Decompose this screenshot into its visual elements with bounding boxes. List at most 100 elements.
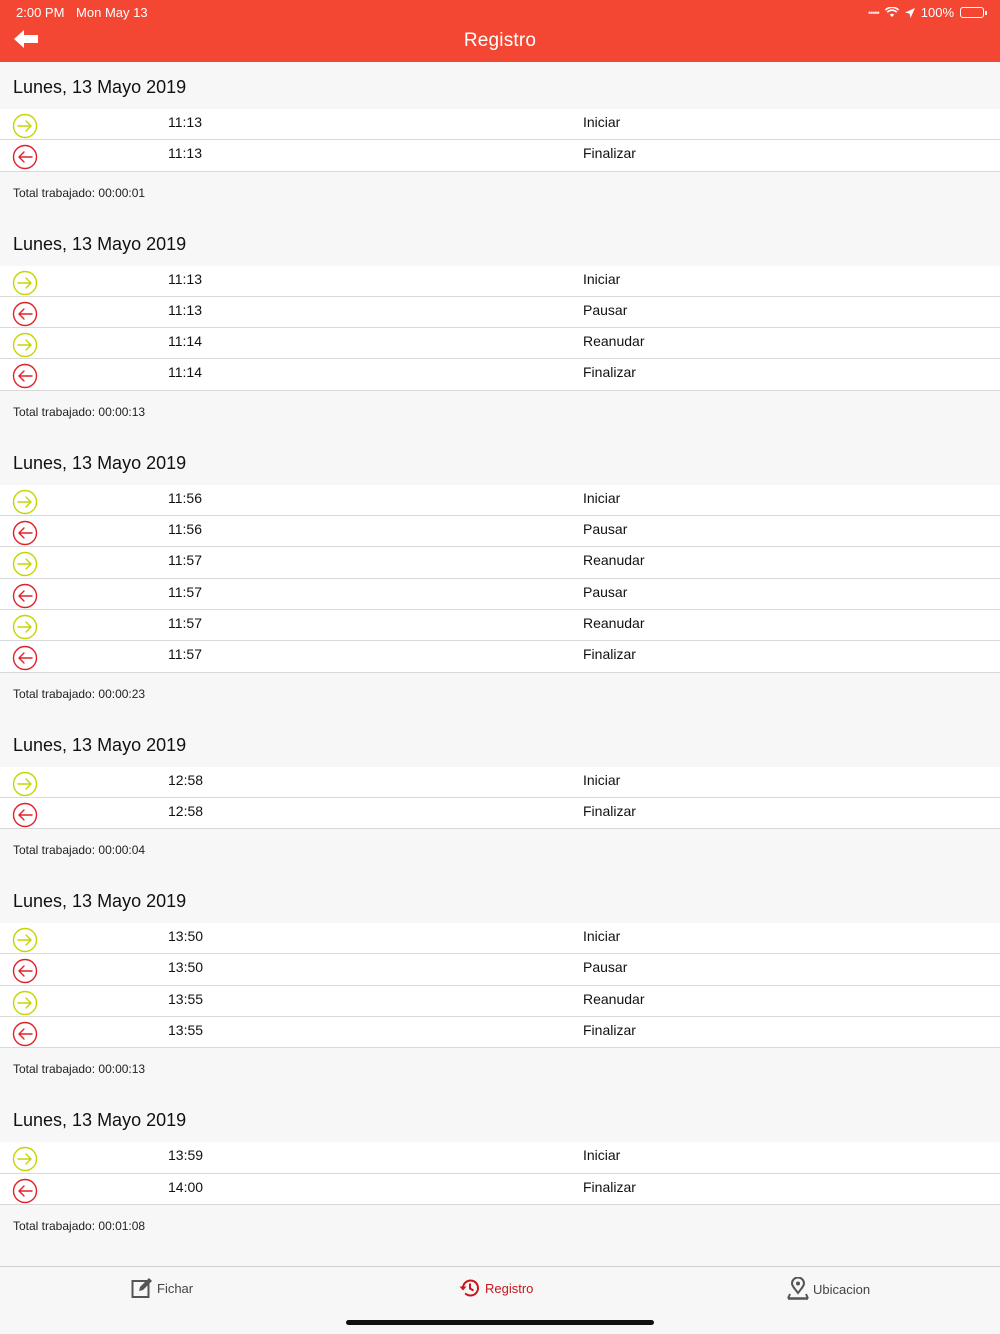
battery-icon bbox=[960, 7, 987, 18]
entry-row[interactable]: 12:58 Finalizar bbox=[0, 797, 1000, 830]
arrow-left-circle-icon bbox=[12, 959, 38, 984]
entry-row[interactable]: 13:50 Iniciar bbox=[0, 923, 1000, 955]
arrow-left-circle-icon bbox=[12, 520, 38, 546]
entry-row[interactable]: 13:55 Reanudar bbox=[0, 985, 1000, 1018]
arrow-right-circle-icon bbox=[12, 332, 38, 358]
arrow-right-circle-icon bbox=[12, 771, 38, 796]
entry-action: Finalizar bbox=[583, 1178, 636, 1195]
entry-action: Pausar bbox=[583, 959, 628, 976]
registro-list[interactable]: Lunes, 13 Mayo 2019 11:13 Iniciar 11:13 Fina… bbox=[0, 62, 1000, 1266]
entry-time: 13:55 bbox=[168, 1022, 204, 1039]
entry-row[interactable]: 14:00 Finalizar bbox=[0, 1173, 1000, 1205]
tab-fichar[interactable]: Fichar bbox=[131, 1277, 193, 1299]
entry-row[interactable]: 11:14 Reanudar bbox=[0, 328, 1000, 360]
status-bar: 2:00 PM Mon May 13 ••••• 100% bbox=[0, 0, 1000, 24]
entry-time: 11:57 bbox=[168, 552, 202, 569]
entry-time: 11:57 bbox=[168, 614, 202, 631]
tab-ubicacion[interactable]: Ubicacion bbox=[787, 1277, 870, 1301]
entry-action: Reanudar bbox=[583, 552, 645, 569]
home-indicator bbox=[346, 1320, 654, 1325]
arrow-left-circle-icon bbox=[12, 301, 38, 327]
entry-time: 12:58 bbox=[168, 771, 204, 788]
arrow-left-circle-icon bbox=[12, 646, 38, 671]
day-section: Lunes, 13 Mayo 2019 11:13 Iniciar 11:13 Paus… bbox=[0, 219, 1000, 438]
entry-time: 13:59 bbox=[168, 1147, 204, 1164]
total-worked: Total trabajado: 00:00:01 bbox=[13, 185, 146, 200]
page-title: Registro bbox=[463, 30, 537, 51]
arrow-right-circle-icon bbox=[12, 489, 38, 514]
location-arrow-icon bbox=[904, 7, 915, 18]
arrow-left-circle-icon bbox=[12, 802, 38, 828]
entry-time: 11:13 bbox=[168, 145, 202, 162]
entry-action: Iniciar bbox=[583, 771, 621, 788]
tab-label: Fichar bbox=[157, 1280, 194, 1296]
day-section: Lunes, 13 Mayo 2019 13:59 Iniciar 14:00 Fina… bbox=[0, 1095, 1000, 1252]
entry-action: Iniciar bbox=[583, 270, 621, 287]
arrow-right-circle-icon bbox=[12, 927, 38, 953]
entry-row[interactable]: 11:57 Pausar bbox=[0, 578, 1000, 610]
day-section: Lunes, 13 Mayo 2019 11:13 Iniciar 11:13 Fina… bbox=[0, 62, 1000, 219]
section-date-header: Lunes, 13 Mayo 2019 bbox=[13, 891, 187, 912]
arrow-right-circle-icon bbox=[12, 270, 38, 295]
entry-time: 11:14 bbox=[168, 333, 202, 350]
entry-row[interactable]: 11:13 Pausar bbox=[0, 296, 1000, 329]
entry-action: Pausar bbox=[583, 583, 628, 600]
entry-row[interactable]: 11:57 Reanudar bbox=[0, 609, 1000, 642]
entry-action: Pausar bbox=[583, 521, 628, 538]
entry-row[interactable]: 13:59 Iniciar bbox=[0, 1142, 1000, 1174]
arrow-right-circle-icon bbox=[12, 113, 38, 139]
entry-action: Iniciar bbox=[583, 489, 621, 506]
day-section: Lunes, 13 Mayo 2019 11:56 Iniciar 11:56 Paus… bbox=[0, 438, 1000, 720]
entry-row[interactable]: 11:13 Iniciar bbox=[0, 109, 1000, 141]
total-worked: Total trabajado: 00:00:04 bbox=[13, 843, 146, 858]
entry-time: 12:58 bbox=[168, 802, 204, 819]
app-header: 2:00 PM Mon May 13 ••••• 100% Registro bbox=[0, 0, 1000, 62]
entry-time: 11:13 bbox=[168, 301, 202, 318]
entry-time: 13:50 bbox=[168, 928, 204, 945]
location-pin-icon bbox=[787, 1277, 809, 1300]
entry-time: 11:57 bbox=[168, 646, 202, 663]
entry-row[interactable]: 11:56 Iniciar bbox=[0, 484, 1000, 517]
entry-time: 14:00 bbox=[168, 1178, 204, 1195]
section-date-header: Lunes, 13 Mayo 2019 bbox=[0, 1252, 1000, 1266]
entry-time: 11:56 bbox=[168, 521, 202, 538]
entry-action: Finalizar bbox=[583, 145, 636, 162]
entry-row[interactable]: 12:58 Iniciar bbox=[0, 766, 1000, 798]
day-section: Lunes, 13 Mayo 201914:00Iniciar bbox=[0, 1252, 1000, 1266]
entry-action: Reanudar bbox=[583, 990, 645, 1007]
entry-row[interactable]: 11:56 Pausar bbox=[0, 516, 1000, 548]
arrow-left-circle-icon bbox=[12, 583, 38, 608]
entry-action: Finalizar bbox=[583, 364, 636, 381]
section-date-header: Lunes, 13 Mayo 2019 bbox=[13, 452, 187, 473]
tab-registro[interactable]: Registro bbox=[459, 1277, 533, 1299]
tab-label: Ubicacion bbox=[813, 1281, 871, 1297]
arrow-right-circle-icon bbox=[12, 552, 38, 577]
entry-row[interactable]: 11:13 Finalizar bbox=[0, 140, 1000, 172]
entry-row[interactable]: 13:55 Finalizar bbox=[0, 1017, 1000, 1049]
wifi-icon bbox=[884, 7, 899, 17]
entry-row[interactable]: 11:13 Iniciar bbox=[0, 265, 1000, 297]
day-section: Lunes, 13 Mayo 2019 12:58 Iniciar 12:58 Fina… bbox=[0, 720, 1000, 877]
entry-action: Finalizar bbox=[583, 1022, 636, 1039]
day-section: Lunes, 13 Mayo 2019 13:50 Iniciar 13:50 Paus… bbox=[0, 876, 1000, 1095]
total-worked: Total trabajado: 00:00:13 bbox=[13, 404, 146, 419]
entry-time: 13:55 bbox=[168, 990, 204, 1007]
entry-time: 11:56 bbox=[168, 489, 202, 506]
entry-action: Iniciar bbox=[583, 114, 621, 130]
total-worked: Total trabajado: 00:00:23 bbox=[13, 686, 146, 701]
status-time: 2:00 PM bbox=[16, 5, 65, 20]
entry-action: Reanudar bbox=[583, 614, 645, 631]
arrow-left-circle-icon bbox=[12, 145, 38, 170]
section-date-header: Lunes, 13 Mayo 2019 bbox=[13, 233, 187, 254]
entry-row[interactable]: 13:50 Pausar bbox=[0, 954, 1000, 986]
entry-action: Finalizar bbox=[583, 802, 636, 819]
arrow-left-circle-icon bbox=[12, 1021, 38, 1047]
entry-action: Finalizar bbox=[583, 646, 636, 663]
entry-row[interactable]: 11:57 Reanudar bbox=[0, 547, 1000, 579]
entry-row[interactable]: 11:57 Finalizar bbox=[0, 641, 1000, 673]
entry-row[interactable]: 11:14 Finalizar bbox=[0, 359, 1000, 391]
total-worked: Total trabajado: 00:01:08 bbox=[13, 1218, 146, 1233]
entry-action: Iniciar bbox=[583, 1147, 621, 1164]
entry-time: 13:50 bbox=[168, 959, 204, 976]
entry-action: Iniciar bbox=[583, 928, 621, 945]
